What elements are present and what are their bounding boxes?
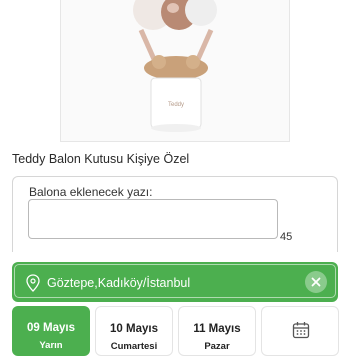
clear-location-button[interactable]: [305, 271, 327, 293]
close-icon: [311, 277, 321, 287]
location-field[interactable]: Göztepe,Kadıköy/İstanbul: [14, 264, 336, 298]
character-counter: 45: [280, 231, 293, 243]
product-title: Teddy Balon Kutusu Kişiye Özel: [12, 152, 190, 166]
balloon-text-card: Balona eklenecek yazı: 45: [12, 176, 338, 252]
box-brand-logo: Teddy: [168, 102, 184, 108]
location-bar[interactable]: Göztepe,Kadıköy/İstanbul: [12, 262, 338, 302]
delivery-date-selector: 09 Mayıs Yarın 10 Mayıs Cumartesi 11 May…: [12, 306, 350, 356]
location-text: Göztepe,Kadıköy/İstanbul: [47, 276, 191, 290]
date-day: 10 Mayıs: [110, 323, 158, 335]
calendar-icon: [292, 322, 310, 339]
date-option-1[interactable]: 10 Mayıs Cumartesi: [95, 306, 173, 356]
map-pin-icon: [26, 274, 40, 292]
calendar-button[interactable]: [261, 306, 339, 356]
balloon-text-label: Balona eklenecek yazı:: [29, 185, 153, 199]
date-day: 09 Mayıs: [27, 322, 75, 334]
date-option-2[interactable]: 11 Mayıs Pazar: [178, 306, 256, 356]
date-option-0[interactable]: 09 Mayıs Yarın: [12, 306, 90, 356]
date-day: 11 Mayıs: [193, 323, 241, 335]
date-sub: Pazar: [204, 341, 230, 352]
date-sub: Yarın: [39, 340, 63, 351]
product-image: Teddy: [60, 0, 290, 142]
date-sub: Cumartesi: [110, 341, 158, 352]
balloon-text-input[interactable]: [28, 199, 278, 239]
